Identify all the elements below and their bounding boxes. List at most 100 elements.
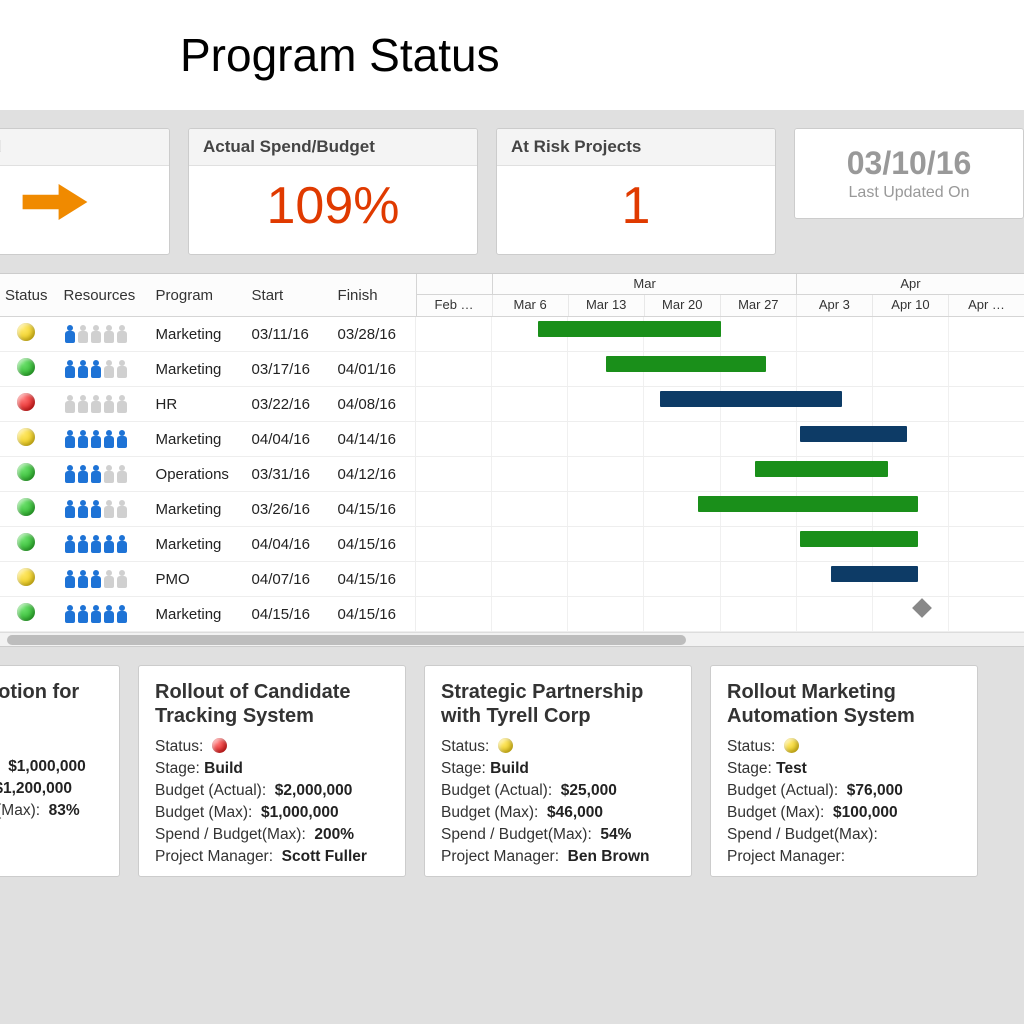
table-row[interactable]: Marketing03/17/1604/01/16 xyxy=(0,352,1024,387)
cell-program: Marketing xyxy=(148,597,244,632)
person-icon xyxy=(116,395,128,413)
col-program[interactable]: Program xyxy=(148,274,244,317)
cell-finish: 04/12/16 xyxy=(330,457,416,492)
cell-start: 03/31/16 xyxy=(244,457,330,492)
status-dot-green xyxy=(17,603,35,621)
person-icon xyxy=(116,500,128,518)
person-icon xyxy=(64,395,76,413)
last-updated-date: 03/10/16 xyxy=(805,145,1013,182)
project-card[interactable]: Rollout of Candidate Tracking SystemStat… xyxy=(138,665,406,877)
resource-icons xyxy=(64,395,140,413)
gantt-bar[interactable] xyxy=(800,426,907,442)
cell-start: 03/22/16 xyxy=(244,387,330,422)
person-icon xyxy=(116,360,128,378)
person-icon xyxy=(116,535,128,553)
person-icon xyxy=(90,570,102,588)
gantt-bar[interactable] xyxy=(698,496,919,512)
project-card[interactable]: Rollout Marketing Automation SystemStatu… xyxy=(710,665,978,877)
status-dot-green xyxy=(17,533,35,551)
cell-start: 04/15/16 xyxy=(244,597,330,632)
cell-program: Marketing xyxy=(148,352,244,387)
person-icon xyxy=(90,500,102,518)
timeline-week: Apr 3 xyxy=(797,295,873,316)
card-title: Promotion for xyxy=(0,680,103,704)
gantt-bar[interactable] xyxy=(831,566,919,582)
project-cards-row: Promotion for BuildActual): $1,000,000Ma… xyxy=(0,647,1024,877)
resource-icons xyxy=(64,360,140,378)
person-icon xyxy=(90,360,102,378)
cell-start: 04/07/16 xyxy=(244,562,330,597)
gantt-bar[interactable] xyxy=(755,461,888,477)
cell-start: 03/11/16 xyxy=(244,317,330,352)
cell-program: Marketing xyxy=(148,422,244,457)
cell-finish: 04/15/16 xyxy=(330,597,416,632)
cell-finish: 04/01/16 xyxy=(330,352,416,387)
card-title: Rollout Marketing Automation System xyxy=(727,680,961,728)
col-start[interactable]: Start xyxy=(244,274,330,317)
cell-start: 03/17/16 xyxy=(244,352,330,387)
timeline-cell xyxy=(416,317,1024,352)
horizontal-scrollbar[interactable] xyxy=(0,632,1024,646)
scroll-thumb[interactable] xyxy=(7,635,685,645)
table-row[interactable]: Marketing04/15/1604/15/16 xyxy=(0,597,1024,632)
gantt-panel: Status Resources Program Start Finish Ma… xyxy=(0,273,1024,647)
status-dot-green xyxy=(17,498,35,516)
cell-finish: 04/14/16 xyxy=(330,422,416,457)
cell-program: Marketing xyxy=(148,527,244,562)
person-icon xyxy=(116,605,128,623)
resource-icons xyxy=(64,430,140,448)
kpi-at-risk[interactable]: At Risk Projects 1 xyxy=(496,128,776,255)
gantt-bar[interactable] xyxy=(538,321,721,337)
kpi-spend-value: 109% xyxy=(267,177,400,235)
timeline-month: Apr xyxy=(797,274,1024,294)
timeline-week: Apr … xyxy=(949,295,1024,316)
kpi-trend[interactable]: Trend xyxy=(0,128,170,255)
resource-icons xyxy=(64,605,140,623)
table-row[interactable]: Marketing04/04/1604/14/16 xyxy=(0,422,1024,457)
gantt-bar[interactable] xyxy=(606,356,766,372)
resource-icons xyxy=(64,570,140,588)
timeline-cell xyxy=(416,562,1024,597)
project-card[interactable]: Strategic Partnership with Tyrell CorpSt… xyxy=(424,665,692,877)
cell-program: HR xyxy=(148,387,244,422)
cell-finish: 04/15/16 xyxy=(330,492,416,527)
timeline-month xyxy=(417,274,494,294)
cell-finish: 04/15/16 xyxy=(330,562,416,597)
timeline-cell xyxy=(416,527,1024,562)
kpi-spend-label: Actual Spend/Budget xyxy=(189,129,477,166)
kpi-row: Trend Actual Spend/Budget 109% At Risk P… xyxy=(0,110,1024,273)
person-icon xyxy=(103,465,115,483)
timeline-week: Mar 27 xyxy=(721,295,797,316)
gantt-bar[interactable] xyxy=(800,531,918,547)
kpi-spend-budget[interactable]: Actual Spend/Budget 109% xyxy=(188,128,478,255)
kpi-last-updated: 03/10/16 Last Updated On xyxy=(794,128,1024,255)
table-row[interactable]: HR03/22/1604/08/16 xyxy=(0,387,1024,422)
timeline-cell xyxy=(416,422,1024,457)
table-row[interactable]: Operations03/31/1604/12/16 xyxy=(0,457,1024,492)
col-resources[interactable]: Resources xyxy=(56,274,148,317)
person-icon xyxy=(103,605,115,623)
project-card[interactable]: Promotion for BuildActual): $1,000,000Ma… xyxy=(0,665,120,877)
table-row[interactable]: Marketing04/04/1604/15/16 xyxy=(0,527,1024,562)
card-title: Strategic Partnership with Tyrell Corp xyxy=(441,680,675,728)
status-dot-yellow xyxy=(17,428,35,446)
status-dot-yellow xyxy=(784,738,799,753)
person-icon xyxy=(77,570,89,588)
col-status[interactable]: Status xyxy=(0,274,56,317)
table-row[interactable]: PMO04/07/1604/15/16 xyxy=(0,562,1024,597)
person-icon xyxy=(77,430,89,448)
cell-start: 04/04/16 xyxy=(244,422,330,457)
table-row[interactable]: Marketing03/11/1603/28/16 xyxy=(0,317,1024,352)
person-icon xyxy=(64,605,76,623)
page-title: Program Status xyxy=(180,28,1024,82)
gantt-bar[interactable] xyxy=(660,391,843,407)
kpi-risk-label: At Risk Projects xyxy=(497,129,775,166)
title-band: Program Status xyxy=(0,0,1024,110)
person-icon xyxy=(103,430,115,448)
resource-icons xyxy=(64,325,140,343)
table-row[interactable]: Marketing03/26/1604/15/16 xyxy=(0,492,1024,527)
col-finish[interactable]: Finish xyxy=(330,274,416,317)
trend-arrow-icon xyxy=(0,166,169,251)
status-dot-green xyxy=(17,358,35,376)
timeline-week: Feb … xyxy=(417,295,493,316)
